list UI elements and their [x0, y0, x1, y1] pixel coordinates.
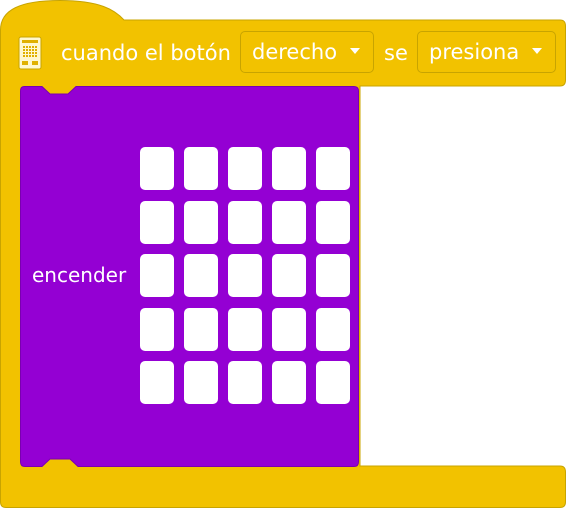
led-cell-r2-c2[interactable]	[184, 201, 218, 244]
event-block-header: cuando el botón derecho se presiona	[0, 30, 566, 76]
led-cell-r4-c1[interactable]	[140, 308, 174, 351]
led-cell-r3-c2[interactable]	[184, 254, 218, 297]
chevron-down-icon	[532, 48, 542, 54]
led-cell-r3-c3[interactable]	[228, 254, 262, 297]
led-cell-r1-c1[interactable]	[140, 147, 174, 190]
chevron-down-icon	[350, 48, 360, 54]
microbit-board-icon	[18, 36, 42, 70]
action-dropdown[interactable]: presiona	[417, 31, 556, 73]
led-cell-r4-c5[interactable]	[316, 308, 350, 351]
led-cell-r5-c1[interactable]	[140, 361, 174, 404]
led-cell-r2-c1[interactable]	[140, 201, 174, 244]
action-dropdown-value: presiona	[429, 40, 520, 64]
led-cell-r4-c4[interactable]	[272, 308, 306, 351]
led-cell-r2-c4[interactable]	[272, 201, 306, 244]
led-cell-r3-c4[interactable]	[272, 254, 306, 297]
when-button-label: cuando el botón	[61, 41, 231, 65]
encender-label: encender	[32, 263, 127, 287]
led-cell-r2-c3[interactable]	[228, 201, 262, 244]
led-cell-r5-c5[interactable]	[316, 361, 350, 404]
led-cell-r5-c4[interactable]	[272, 361, 306, 404]
led-cell-r3-c1[interactable]	[140, 254, 174, 297]
led-cell-r5-c3[interactable]	[228, 361, 262, 404]
led-cell-r5-c2[interactable]	[184, 361, 218, 404]
led-cell-r1-c3[interactable]	[228, 147, 262, 190]
led-cell-r2-c5[interactable]	[316, 201, 350, 244]
led-matrix	[140, 147, 350, 407]
se-label: se	[384, 41, 408, 65]
button-dropdown[interactable]: derecho	[240, 31, 374, 73]
led-cell-r1-c2[interactable]	[184, 147, 218, 190]
workspace: cuando el botón derecho se presiona ence…	[0, 0, 566, 508]
led-cell-r1-c4[interactable]	[272, 147, 306, 190]
led-cell-r4-c3[interactable]	[228, 308, 262, 351]
led-cell-r4-c2[interactable]	[184, 308, 218, 351]
button-dropdown-value: derecho	[252, 40, 338, 64]
led-cell-r3-c5[interactable]	[316, 254, 350, 297]
led-cell-r1-c5[interactable]	[316, 147, 350, 190]
